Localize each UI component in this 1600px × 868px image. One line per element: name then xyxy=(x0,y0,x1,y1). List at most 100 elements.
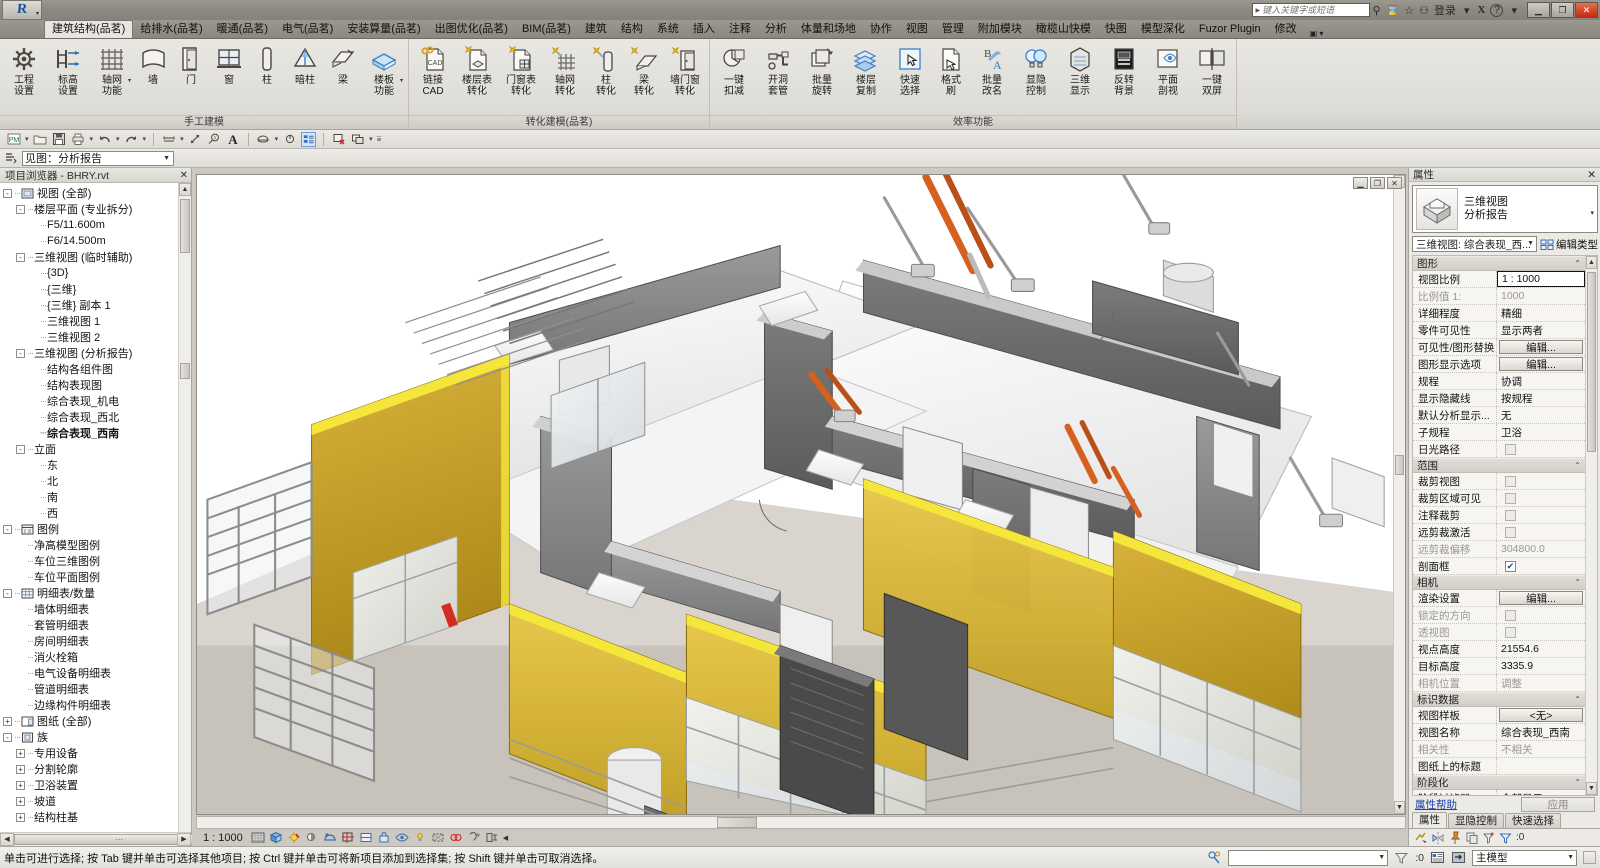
browser-node-1[interactable]: - ··· 楼层平面 (专业拆分) xyxy=(3,201,191,217)
3d-viewport[interactable]: ▁ ❐ ✕ ▼ xyxy=(196,174,1406,815)
visual-style-icon[interactable] xyxy=(269,831,284,845)
ribbon-tab-1[interactable]: 给排水(品茗) xyxy=(133,21,209,38)
reveal-hidden-icon[interactable] xyxy=(413,831,428,845)
property-edit-button[interactable]: <无> xyxy=(1499,708,1583,722)
collapse-icon[interactable]: - xyxy=(16,204,25,214)
switch-windows-icon[interactable] xyxy=(350,132,365,147)
collapse-icon[interactable]: - xyxy=(3,732,12,742)
property-checkbox[interactable] xyxy=(1505,609,1516,621)
browser-node-29[interactable]: ··· 消火栓箱 xyxy=(3,649,191,665)
properties-row[interactable]: 阶段过滤器全部显示 xyxy=(1413,790,1585,795)
star-icon[interactable]: ☆ xyxy=(1404,4,1414,17)
ribbon-button-sleeve[interactable]: 开洞 套管 xyxy=(756,42,800,97)
properties-tab-0[interactable]: 属性 xyxy=(1412,812,1447,828)
expand-icon[interactable]: + xyxy=(3,716,12,726)
ribbon-button-visibility[interactable]: 显隐 控制 xyxy=(1014,42,1058,97)
help-dropdown-icon[interactable]: ▾ xyxy=(1511,4,1517,17)
browser-node-21[interactable]: - ··· 图例 xyxy=(3,521,191,537)
properties-row[interactable]: 相机位置 调整 xyxy=(1413,675,1585,692)
crop-region-icon[interactable] xyxy=(359,831,374,845)
print-icon[interactable] xyxy=(71,132,86,147)
browser-node-26[interactable]: ··· 墙体明细表 xyxy=(3,601,191,617)
property-checkbox[interactable]: ✔ xyxy=(1505,560,1516,572)
properties-group-header[interactable]: 标识数据 ⌃ xyxy=(1413,692,1585,707)
ribbon-button-window[interactable]: 窗 xyxy=(210,42,248,86)
property-value[interactable]: 21554.6 xyxy=(1497,641,1585,657)
property-edit-button[interactable]: 编辑... xyxy=(1499,357,1583,371)
view-selector-combo[interactable]: 见图：分析报告 ▼ xyxy=(22,150,174,166)
ribbon-button-column[interactable]: 柱 xyxy=(248,42,286,86)
type-selector-combo[interactable]: 三维视图: 综合表现_西... ▼ xyxy=(1412,236,1537,252)
property-edit-button[interactable]: 编辑... xyxy=(1499,340,1583,354)
chevron-down-icon[interactable]: ▼ xyxy=(1567,854,1574,861)
autodesk-x-icon[interactable]: X xyxy=(1478,4,1486,16)
ribbon-button-column-convert[interactable]: 柱转化 xyxy=(587,42,625,97)
filter-icon[interactable] xyxy=(1394,850,1409,865)
properties-row[interactable]: 视图名称 综合表现_西南 xyxy=(1413,724,1585,741)
scroll-right-icon[interactable]: ▶ xyxy=(177,833,191,846)
detail-level-icon[interactable] xyxy=(251,831,266,845)
browser-node-24[interactable]: ··· 车位平面图例 xyxy=(3,569,191,585)
search-box[interactable]: ▶ xyxy=(1252,3,1371,17)
collapse-chevron-icon[interactable]: ⌃ xyxy=(1574,695,1581,704)
browser-node-22[interactable]: ··· 净高模型图例 xyxy=(3,537,191,553)
properties-row[interactable]: 远剪裁激活 xyxy=(1413,524,1585,541)
ribbon-tab-3[interactable]: 电气(品茗) xyxy=(275,21,340,38)
properties-row[interactable]: 远剪裁偏移 304800.0 xyxy=(1413,541,1585,558)
scroll-down-icon[interactable]: ▼ xyxy=(1586,782,1597,795)
collapse-chevron-icon[interactable]: ⌃ xyxy=(1574,259,1581,268)
browser-node-9[interactable]: ··· 三维视图 2 xyxy=(3,329,191,345)
ribbon-button-deduct[interactable]: 一键 扣减 xyxy=(712,42,756,97)
property-checkbox[interactable] xyxy=(1505,492,1516,504)
ribbon-tab-4[interactable]: 安装算量(品茗) xyxy=(340,21,427,38)
properties-group-header[interactable]: 范围 ⌃ xyxy=(1413,458,1585,473)
scrollbar-thumb-2[interactable] xyxy=(180,363,190,379)
revit-app-icon[interactable]: PM xyxy=(6,132,21,147)
shadows-icon[interactable] xyxy=(305,831,320,845)
ribbon-button-wall-door-convert[interactable]: 墙门窗 转化 xyxy=(663,42,707,97)
viewport-horizontal-scrollbar[interactable] xyxy=(196,816,1406,829)
properties-row[interactable]: 显示隐藏线 按规程 xyxy=(1413,390,1585,407)
close-hidden-windows-icon[interactable] xyxy=(331,132,346,147)
property-value[interactable] xyxy=(1497,758,1585,774)
properties-row[interactable]: 注释裁剪 xyxy=(1413,507,1585,524)
properties-row[interactable]: 详细程度 精细 xyxy=(1413,305,1585,322)
ribbon-tab-12[interactable]: 分析 xyxy=(758,21,794,38)
browser-node-12[interactable]: ··· 结构表现图 xyxy=(3,377,191,393)
editing-request-icon[interactable] xyxy=(1451,850,1466,865)
browser-node-16[interactable]: - ··· 立面 xyxy=(3,441,191,457)
ribbon-tab-18[interactable]: 橄榄山快模 xyxy=(1029,21,1098,38)
property-value[interactable]: 综合表现_西南 xyxy=(1497,724,1585,740)
scroll-up-icon[interactable]: ▲ xyxy=(179,183,191,196)
properties-row[interactable]: 规程 协调 xyxy=(1413,373,1585,390)
chevron-down-icon[interactable]: ▾ xyxy=(369,135,373,143)
browser-node-38[interactable]: + ··· 坡道 xyxy=(3,793,191,809)
viewport-scroll-thumb[interactable] xyxy=(1395,455,1404,475)
property-checkbox[interactable] xyxy=(1505,626,1516,638)
collapse-chevron-icon[interactable]: ⌃ xyxy=(1574,778,1581,787)
properties-row[interactable]: 默认分析显示... 无 xyxy=(1413,407,1585,424)
browser-horizontal-scrollbar[interactable]: ◀ ⋯ ▶ xyxy=(0,832,224,846)
ribbon-tabs-overflow-icon[interactable]: ▣ ▾ xyxy=(1304,29,1330,38)
temporary-hide-icon[interactable] xyxy=(395,831,410,845)
constraints-icon[interactable] xyxy=(449,831,464,845)
copy-icon[interactable] xyxy=(1465,831,1479,845)
exchange-icon[interactable]: ⌛ xyxy=(1386,4,1400,17)
properties-row[interactable]: 裁剪区域可见 xyxy=(1413,490,1585,507)
chevron-down-icon[interactable]: ▼ xyxy=(163,155,170,162)
chevron-down-icon[interactable]: ▾ xyxy=(116,135,120,143)
properties-row[interactable]: 视图样板 <无> xyxy=(1413,707,1585,724)
properties-row[interactable]: 视点高度 21554.6 xyxy=(1413,641,1585,658)
ribbon-button-grid-convert[interactable]: 轴网 转化 xyxy=(543,42,587,97)
filter-icon[interactable] xyxy=(1499,831,1513,845)
ribbon-button-hidden-column[interactable]: 暗柱 xyxy=(286,42,324,86)
properties-row[interactable]: 图形显示选项 编辑... xyxy=(1413,356,1585,373)
ribbon-tab-6[interactable]: BIM(品茗) xyxy=(515,21,578,38)
scroll-down-icon[interactable]: ▼ xyxy=(1394,801,1405,814)
browser-node-10[interactable]: - ··· 三维视图 (分析报告) xyxy=(3,345,191,361)
ribbon-tab-22[interactable]: 修改 xyxy=(1268,21,1304,38)
browser-node-17[interactable]: ··· 东 xyxy=(3,457,191,473)
browser-node-3[interactable]: ··· F6/14.500m xyxy=(3,233,191,249)
ribbon-button-beam-convert[interactable]: 梁转化 xyxy=(625,42,663,97)
ribbon-button-3d-display[interactable]: 三维 显示 xyxy=(1058,42,1102,97)
